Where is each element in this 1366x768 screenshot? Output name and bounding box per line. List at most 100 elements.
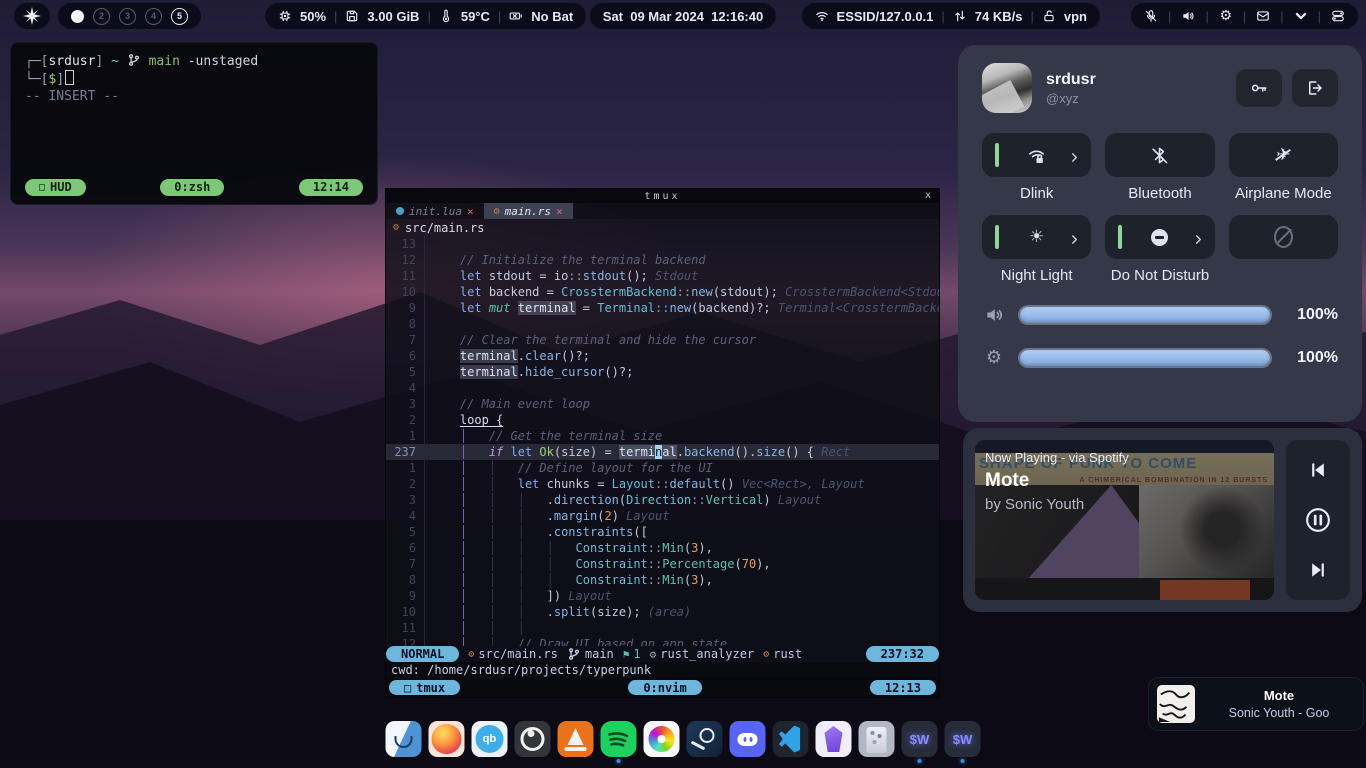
code-line[interactable]: 9 │ │ │ ]) Layout: [386, 588, 939, 604]
code-line[interactable]: 12 // Initialize the terminal backend: [386, 252, 939, 268]
tab-main-rs[interactable]: ⚙ main.rs ×: [484, 203, 573, 219]
hud-session-pill[interactable]: □HUD: [25, 179, 86, 196]
code-line[interactable]: 12 │ │ // Draw UI based on app state: [386, 636, 939, 646]
code-area[interactable]: 1312 // Initialize the terminal backend1…: [386, 236, 939, 646]
vi-mode-indicator: -- INSERT --: [25, 88, 377, 105]
dock-trash[interactable]: [859, 721, 895, 757]
quick-toggle-airplane[interactable]: ✈: [1229, 133, 1338, 177]
volume-icon[interactable]: [1181, 9, 1195, 23]
quick-toggle-label: Bluetooth: [1105, 185, 1214, 203]
dock-photos[interactable]: [644, 721, 680, 757]
quick-toggle-label: Do Not Disturb: [1105, 267, 1214, 285]
next-icon: [1308, 560, 1328, 580]
quick-toggle-wifi[interactable]: [982, 133, 1091, 177]
avatar[interactable]: [982, 63, 1032, 113]
mail-icon[interactable]: [1256, 9, 1270, 23]
terminal-cursor: [65, 70, 74, 85]
logout-button[interactable]: [1292, 69, 1338, 107]
brightness-value: 100%: [1284, 349, 1338, 367]
chevron-right-icon[interactable]: [1069, 150, 1080, 161]
tab-close-icon[interactable]: ×: [556, 205, 563, 218]
code-line[interactable]: 6 terminal.clear()?;: [386, 348, 939, 364]
code-line[interactable]: 1 │ │ // Define layout for the UI: [386, 460, 939, 476]
window-titlebar[interactable]: tmux x: [386, 189, 939, 203]
battery-status: No Bat: [531, 9, 573, 24]
wifi-lock-icon: [1027, 146, 1046, 165]
dock-firefox[interactable]: [429, 721, 465, 757]
tab-close-icon[interactable]: ×: [467, 205, 474, 218]
quick-toggle-dnd[interactable]: [1105, 215, 1214, 259]
discord-icon: [730, 721, 766, 757]
code-line[interactable]: 3 │ │ │ .direction(Direction::Vertical) …: [386, 492, 939, 508]
dock-wallet[interactable]: $W: [945, 721, 981, 763]
dock-file-manager[interactable]: [386, 721, 422, 757]
breadcrumb: ⚙ src/main.rs: [386, 219, 939, 236]
settings-gear-icon[interactable]: ⚙: [1219, 9, 1233, 23]
chevron-right-icon[interactable]: [1193, 232, 1204, 243]
volume-icon: [984, 305, 1004, 325]
quick-toggle-nightlight[interactable]: ☀: [982, 215, 1091, 259]
code-line[interactable]: 6 │ │ │ │ Constraint::Min(3),: [386, 540, 939, 556]
pause-button[interactable]: [1303, 505, 1333, 535]
volume-slider[interactable]: [1020, 307, 1270, 323]
code-line[interactable]: 2 │ │ let chunks = Layout::default() Vec…: [386, 476, 939, 492]
quick-toggles-icon[interactable]: [1331, 9, 1345, 23]
dock-obs[interactable]: [515, 721, 551, 757]
dock-obsidian[interactable]: [816, 721, 852, 757]
notification-toast[interactable]: Mote Sonic Youth - Goo: [1148, 677, 1364, 731]
lock-keys-button[interactable]: [1236, 69, 1282, 107]
dock-spotify[interactable]: [601, 721, 637, 763]
brightness-slider[interactable]: [1020, 350, 1270, 366]
quick-toggle-blocked[interactable]: [1229, 215, 1338, 259]
quick-toggle-label: Dlink: [982, 185, 1091, 203]
launcher-pill[interactable]: [14, 3, 50, 29]
window-title: tmux: [644, 191, 680, 202]
code-line[interactable]: 8: [386, 316, 939, 332]
code-line[interactable]: 8 │ │ │ │ Constraint::Min(3),: [386, 572, 939, 588]
tab-init-lua[interactable]: init.lua ×: [386, 203, 484, 219]
dock-qbittorrent[interactable]: qb: [472, 721, 508, 757]
code-line[interactable]: 13: [386, 236, 939, 252]
code-line[interactable]: 9 let mut terminal = Terminal::new(backe…: [386, 300, 939, 316]
workspace-1[interactable]: [71, 10, 84, 23]
code-line[interactable]: 5 terminal.hide_cursor()?;: [386, 364, 939, 380]
code-line[interactable]: 4: [386, 380, 939, 396]
next-track-button[interactable]: [1306, 558, 1330, 582]
album-art: SHAPE OF PUNK TO COME A CHIMERICAL BOMBI…: [975, 440, 1274, 600]
code-line[interactable]: 237 │ if let Ok(size) = terminal.backend…: [386, 444, 939, 460]
chevron-down-icon[interactable]: [1294, 9, 1308, 23]
dock-discord[interactable]: [730, 721, 766, 757]
code-line[interactable]: 10 │ │ │ .split(size); (area): [386, 604, 939, 620]
workspace-3[interactable]: 3: [119, 8, 136, 25]
code-line[interactable]: 1 │ // Get the terminal size: [386, 428, 939, 444]
code-line[interactable]: 2 loop {: [386, 412, 939, 428]
vscode-icon: [773, 721, 809, 757]
workspace-5[interactable]: 5: [171, 8, 188, 25]
dock-vlc[interactable]: [558, 721, 594, 757]
statusline-branch: main: [567, 647, 614, 661]
separator: |: [498, 9, 501, 24]
previous-track-button[interactable]: [1306, 458, 1330, 482]
code-line[interactable]: 10 let backend = CrosstermBackend::new(s…: [386, 284, 939, 300]
dock-vscode[interactable]: [773, 721, 809, 757]
tmux-window-pill[interactable]: 0:nvim: [628, 680, 701, 695]
quick-toggle-bluetooth[interactable]: [1105, 133, 1214, 177]
code-line[interactable]: 11 │ │ │: [386, 620, 939, 636]
code-line[interactable]: 7 │ │ │ │ Constraint::Percentage(70),: [386, 556, 939, 572]
workspace-2[interactable]: 2: [93, 8, 110, 25]
clock-pill[interactable]: Sat 09 Mar 2024 12:16:40: [590, 3, 776, 29]
window-close-button[interactable]: x: [925, 189, 931, 203]
tmux-session-pill[interactable]: □tmux: [389, 680, 460, 695]
code-line[interactable]: 7 // Clear the terminal and hide the cur…: [386, 332, 939, 348]
dock-steam[interactable]: [687, 721, 723, 757]
code-line[interactable]: 3 // Main event loop: [386, 396, 939, 412]
mic-muted-icon[interactable]: [1144, 9, 1158, 23]
code-line[interactable]: 4 │ │ │ .margin(2) Layout: [386, 508, 939, 524]
zsh-window-pill[interactable]: 0:zsh: [160, 179, 224, 196]
workspace-4[interactable]: 4: [145, 8, 162, 25]
chevron-right-icon[interactable]: [1069, 232, 1080, 243]
dock-wallet[interactable]: $W: [902, 721, 938, 763]
code-line[interactable]: 11 let stdout = io::stdout(); Stdout: [386, 268, 939, 284]
terminal-window[interactable]: ┌─[srdusr] ~ main -unstaged └─[$] -- INS…: [10, 42, 378, 205]
code-line[interactable]: 5 │ │ │ .constraints([: [386, 524, 939, 540]
